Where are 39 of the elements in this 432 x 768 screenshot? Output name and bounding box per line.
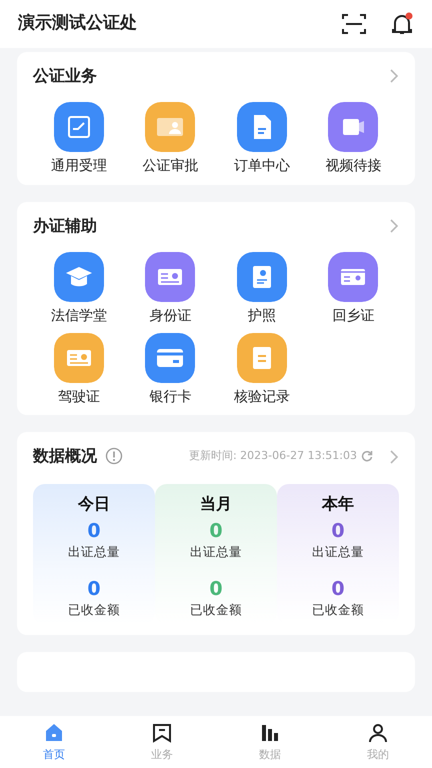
count-value: 0 — [209, 520, 223, 544]
shortcut-button[interactable]: 回乡证 — [308, 252, 399, 325]
shortcut-button[interactable]: 视频待接 — [308, 102, 399, 175]
period-title: 本年 — [322, 493, 354, 516]
shortcut-button[interactable]: 身份证 — [124, 252, 216, 325]
section-title: 办证辅助 — [33, 214, 97, 237]
section-title: 公证业务 — [33, 65, 97, 87]
tab-button[interactable]: 首页 — [0, 716, 108, 768]
period-title: 今日 — [78, 493, 110, 516]
info-icon[interactable] — [105, 447, 123, 466]
count-value: 0 — [87, 520, 101, 544]
chevron-icon[interactable] — [389, 449, 399, 466]
count-value: 0 — [331, 520, 345, 544]
bell-icon[interactable] — [390, 12, 414, 36]
shortcut-button[interactable]: 公证审批 — [124, 102, 216, 175]
amount-value: 0 — [87, 578, 101, 601]
shortcut-button[interactable]: 银行卡 — [124, 332, 216, 406]
period-title: 当月 — [200, 493, 232, 516]
shortcut-button[interactable]: 驾驶证 — [33, 332, 124, 406]
update-time: 更新时间: 2023-06-27 13:51:03 — [188, 448, 357, 464]
shortcut-button[interactable]: 通用受理 — [33, 102, 124, 175]
scan-icon[interactable] — [342, 13, 366, 35]
app-title: 演示测试公证处 — [18, 12, 137, 36]
amount-value: 0 — [209, 578, 223, 601]
shortcut-button[interactable]: 核验记录 — [216, 332, 308, 406]
chevron-icon[interactable] — [389, 218, 399, 234]
shortcut-button[interactable]: 法信学堂 — [33, 252, 124, 325]
refresh-icon[interactable] — [361, 450, 373, 462]
amount-label: 已收金额 — [190, 600, 242, 619]
section-title: 数据概况 — [33, 445, 97, 468]
shortcut-button[interactable]: 护照 — [216, 252, 308, 325]
shortcut-button[interactable]: 订单中心 — [216, 102, 308, 175]
count-label: 出证总量 — [312, 543, 364, 562]
count-label: 出证总量 — [68, 543, 120, 562]
chevron-icon[interactable] — [389, 68, 399, 84]
amount-value: 0 — [331, 578, 345, 601]
amount-label: 已收金额 — [312, 600, 364, 619]
amount-label: 已收金额 — [68, 600, 120, 619]
count-label: 出证总量 — [190, 543, 242, 562]
